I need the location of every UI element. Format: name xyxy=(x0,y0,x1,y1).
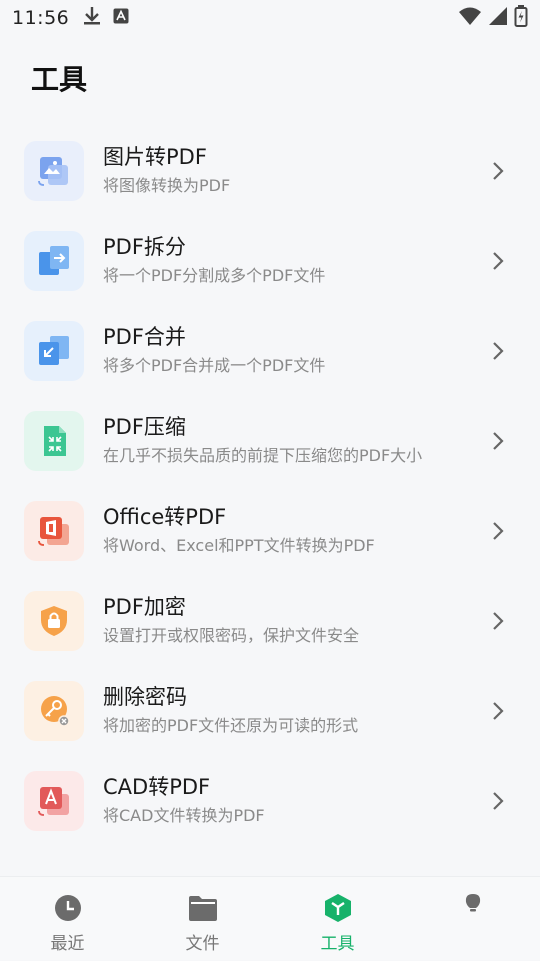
nav-label: 文件 xyxy=(185,934,220,954)
tool-item-cad-to-pdf[interactable]: CAD转PDF 将CAD文件转换为PDF xyxy=(0,756,540,846)
tool-desc: 将Word、Excel和PPT文件转换为PDF xyxy=(103,536,375,555)
tools-icon xyxy=(323,893,353,923)
tool-desc: 将多个PDF合并成一个PDF文件 xyxy=(103,356,326,375)
tool-item-pdf-split[interactable]: PDF拆分 将一个PDF分割成多个PDF文件 xyxy=(0,216,540,306)
office-to-pdf-icon xyxy=(24,501,84,561)
status-bar: 11:56 xyxy=(0,0,540,36)
page-title: 工具 xyxy=(31,63,88,96)
pdf-encrypt-icon xyxy=(24,591,84,651)
tool-item-pdf-compress[interactable]: PDF压缩 在几乎不损失品质的前提下压缩您的PDF大小 xyxy=(0,396,540,486)
nav-item-recent[interactable]: 最近 xyxy=(0,877,135,961)
tool-item-pdf-merge[interactable]: PDF合并 将多个PDF合并成一个PDF文件 xyxy=(0,306,540,396)
tool-desc: 将图像转换为PDF xyxy=(103,176,231,195)
chevron-right-icon xyxy=(493,342,504,360)
tool-title: PDF压缩 xyxy=(103,415,186,439)
nav-label: 工具 xyxy=(320,934,355,954)
tool-title: CAD转PDF xyxy=(103,775,211,799)
bottom-nav: 最近 文件 工具 xyxy=(0,876,540,960)
chevron-right-icon xyxy=(493,702,504,720)
tool-desc: 将CAD文件转换为PDF xyxy=(103,806,265,825)
nav-item-tools[interactable]: 工具 xyxy=(270,877,405,961)
chevron-right-icon xyxy=(493,792,504,810)
tool-desc: 在几乎不损失品质的前提下压缩您的PDF大小 xyxy=(103,446,423,465)
chevron-right-icon xyxy=(493,612,504,630)
pdf-split-icon xyxy=(24,231,84,291)
cad-to-pdf-icon xyxy=(24,771,84,831)
nav-label: 最近 xyxy=(50,934,85,954)
tool-item-remove-password[interactable]: 删除密码 将加密的PDF文件还原为可读的形式 xyxy=(0,666,540,756)
pdf-merge-icon xyxy=(24,321,84,381)
remove-password-icon xyxy=(24,681,84,741)
chevron-right-icon xyxy=(493,432,504,450)
chevron-right-icon xyxy=(493,162,504,180)
pdf-compress-icon xyxy=(24,411,84,471)
download-icon xyxy=(83,6,101,30)
nav-item-files[interactable]: 文件 xyxy=(135,877,270,961)
nav-item-idea[interactable] xyxy=(405,877,540,961)
folder-icon xyxy=(188,893,218,923)
tool-desc: 将加密的PDF文件还原为可读的形式 xyxy=(103,716,359,735)
tool-title: PDF合并 xyxy=(103,325,186,349)
tool-title: 图片转PDF xyxy=(103,145,207,169)
wifi-icon xyxy=(458,6,482,30)
tool-list: 图片转PDF 将图像转换为PDF PDF拆分 将一个PDF分割成多个PDF文件 xyxy=(0,126,540,846)
tool-title: PDF加密 xyxy=(103,595,186,619)
battery-charging-icon xyxy=(514,5,528,31)
font-a-icon xyxy=(113,8,129,28)
tool-desc: 将一个PDF分割成多个PDF文件 xyxy=(103,266,326,285)
tool-title: 删除密码 xyxy=(103,685,187,709)
bulb-icon xyxy=(458,889,488,919)
tool-item-office-to-pdf[interactable]: Office转PDF 将Word、Excel和PPT文件转换为PDF xyxy=(0,486,540,576)
signal-icon xyxy=(488,6,508,30)
tool-title: Office转PDF xyxy=(103,505,227,529)
chevron-right-icon xyxy=(493,252,504,270)
status-time: 11:56 xyxy=(12,7,70,29)
image-to-pdf-icon xyxy=(24,141,84,201)
tool-title: PDF拆分 xyxy=(103,235,186,259)
tool-item-image-to-pdf[interactable]: 图片转PDF 将图像转换为PDF xyxy=(0,126,540,216)
chevron-right-icon xyxy=(493,522,504,540)
clock-icon xyxy=(53,893,83,923)
tool-desc: 设置打开或权限密码，保护文件安全 xyxy=(103,626,360,645)
tool-item-pdf-encrypt[interactable]: PDF加密 设置打开或权限密码，保护文件安全 xyxy=(0,576,540,666)
